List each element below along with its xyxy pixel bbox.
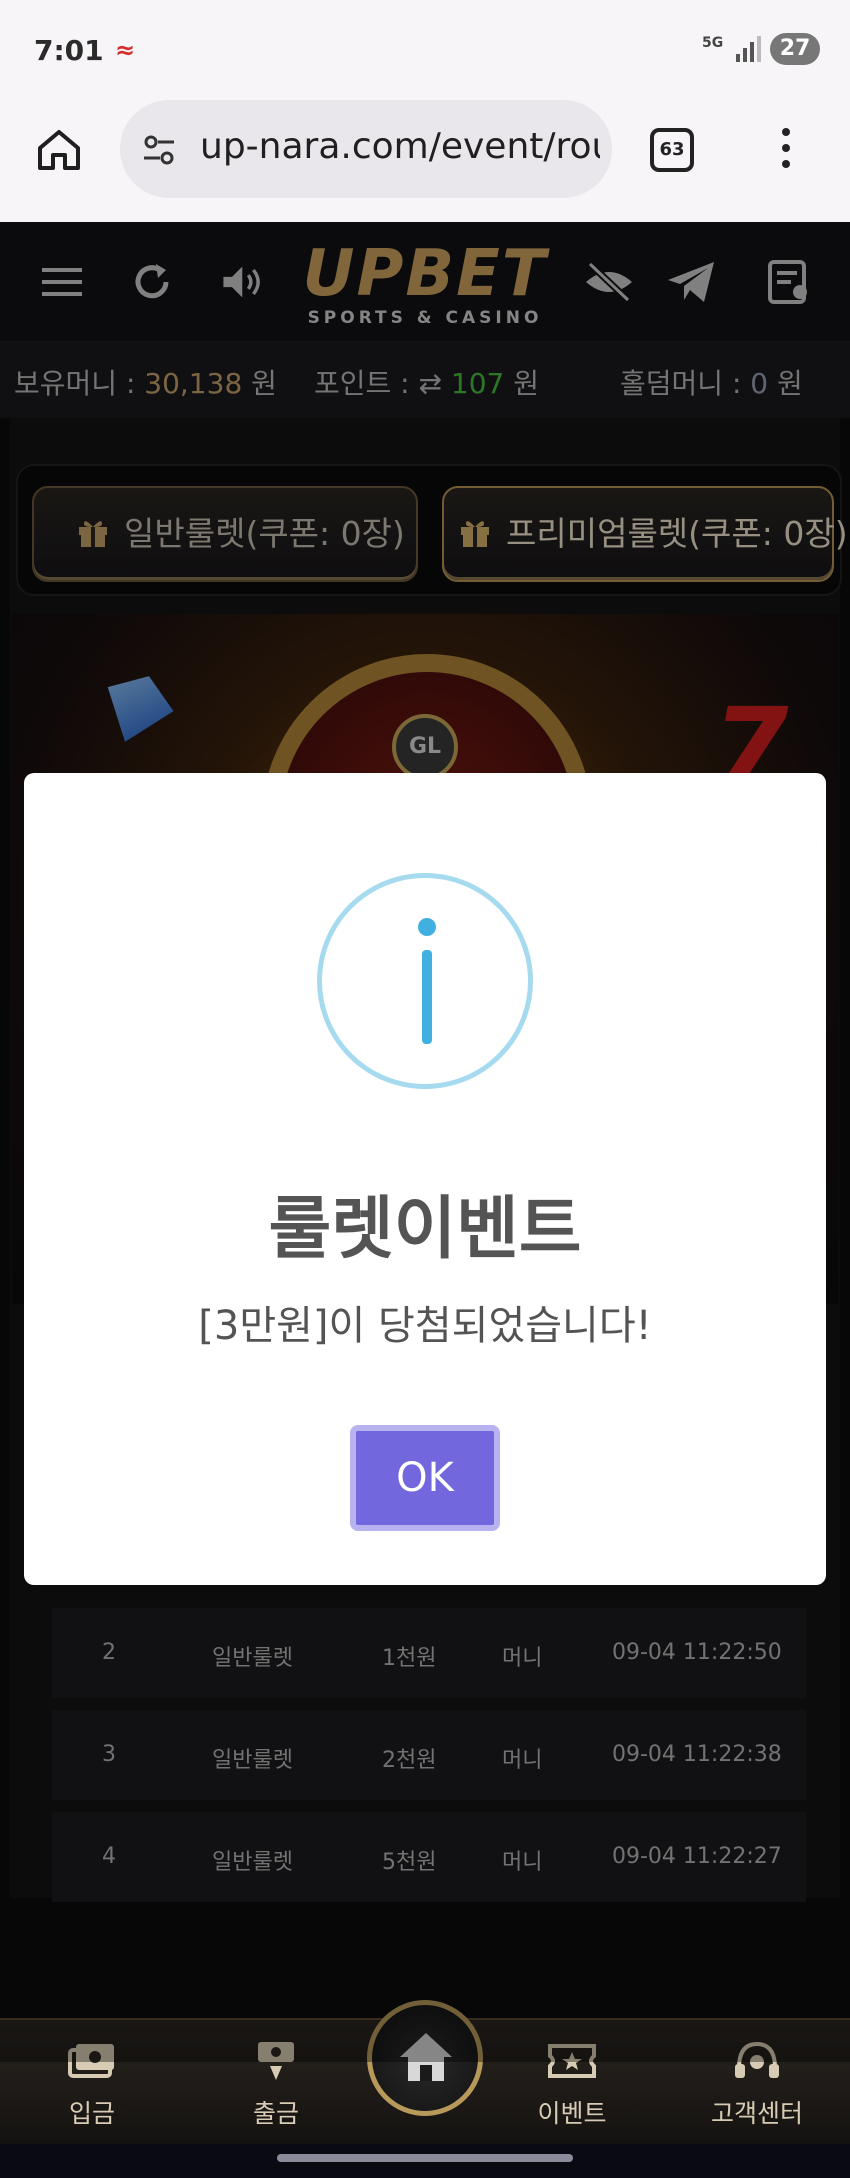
- network-activity-icon: ≈: [115, 36, 136, 64]
- network-type: 5G: [702, 35, 724, 51]
- tab-switcher-button[interactable]: 63: [650, 128, 694, 172]
- browser-toolbar: up-nara.com/event/rou 63: [0, 100, 850, 222]
- signal-icon: [736, 36, 762, 62]
- browser-home-icon[interactable]: [34, 124, 84, 174]
- dialog-message: [3만원]이 당첨되었습니다!: [198, 1303, 652, 1349]
- battery-indicator: 27: [770, 33, 820, 65]
- dialog-title: 룰렛이벤트: [268, 1190, 582, 1269]
- more-menu-icon[interactable]: [780, 128, 792, 172]
- url-text: up-nara.com/event/rou: [200, 126, 600, 167]
- status-time: 7:01: [34, 34, 104, 67]
- info-icon: [317, 873, 533, 1089]
- site-settings-icon[interactable]: [142, 133, 176, 167]
- address-bar[interactable]: up-nara.com/event/rou: [120, 100, 612, 198]
- status-bar: 7:01 ≈ 5G 27: [0, 0, 850, 100]
- gesture-handle[interactable]: [277, 2154, 573, 2162]
- alert-dialog: 룰렛이벤트 [3만원]이 당첨되었습니다! OK: [24, 773, 826, 1585]
- system-navigation-bar: [0, 2144, 850, 2178]
- ok-button[interactable]: OK: [350, 1425, 500, 1531]
